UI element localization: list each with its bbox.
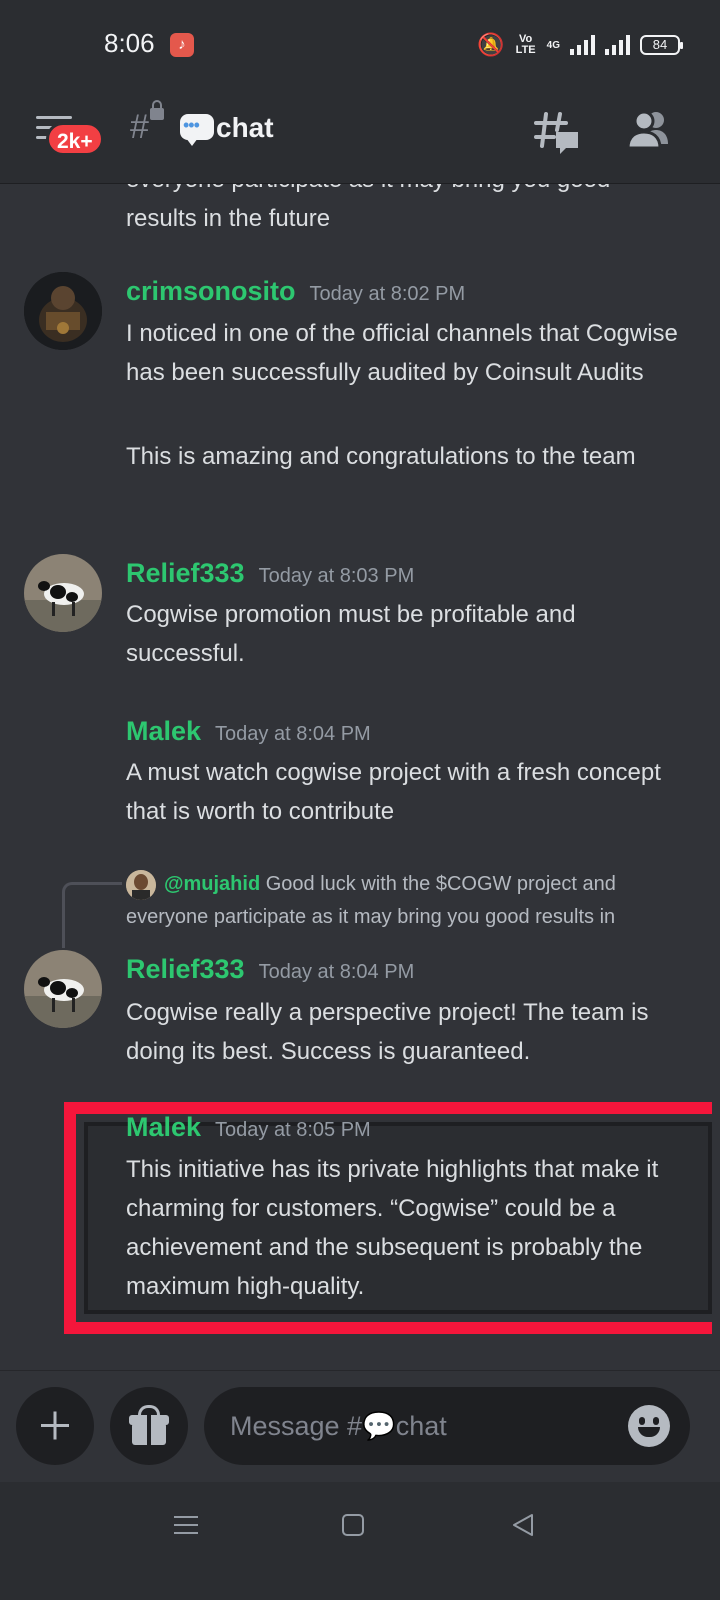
battery-icon: 84 [640, 35, 683, 55]
emoji-picker-icon[interactable] [628, 1405, 670, 1447]
message-text: A must watch cogwise project with a fres… [126, 759, 661, 825]
gift-icon-ribbon [147, 1413, 151, 1447]
avatar[interactable] [24, 950, 102, 1028]
add-attachment-button[interactable] [16, 1387, 94, 1465]
avatar-image [24, 554, 102, 632]
status-time: 8:06 [104, 28, 155, 58]
username[interactable]: Relief333 [126, 954, 245, 984]
lock-icon [150, 100, 164, 120]
reply-connector [62, 882, 122, 948]
gift-button[interactable] [110, 1387, 188, 1465]
speech-bubble-emoji-icon [180, 114, 214, 146]
avatar-image [24, 272, 102, 350]
avatar[interactable] [24, 272, 102, 350]
timestamp: Today at 8:03 PM [258, 565, 415, 587]
message-text: This is amazing and congratulations to t… [126, 443, 636, 470]
message-composer [0, 1370, 720, 1482]
recents-button[interactable] [174, 1514, 198, 1534]
message-text: This initiative has its private highligh… [126, 1156, 659, 1300]
message-header: Malek Today at 8:04 PM [126, 716, 371, 747]
timestamp: Today at 8:04 PM [215, 723, 371, 745]
message-text: I noticed in one of the official channel… [126, 320, 678, 386]
message-input[interactable] [204, 1387, 690, 1465]
members-icon[interactable] [626, 110, 670, 150]
channel-title[interactable]: chat [216, 112, 274, 144]
status-bar: 8:06 ♪ 🔕 Vo LTE 4G 84 [0, 0, 720, 90]
reply-preview[interactable]: @mujahid Good luck with the $COGW projec… [126, 868, 686, 934]
avatar-image [24, 950, 102, 1028]
network-type-label: 4G [546, 39, 560, 51]
reply-mention[interactable]: @mujahid [164, 873, 260, 895]
username[interactable]: crimsonosito [126, 276, 296, 306]
volte-label: Vo LTE [515, 33, 536, 56]
message-header: Relief333 Today at 8:04 PM [126, 954, 414, 985]
timestamp: Today at 8:04 PM [258, 961, 415, 983]
locked-channel-icon: # [130, 108, 149, 146]
system-nav-bar [0, 1482, 720, 1600]
username[interactable]: Relief333 [126, 558, 245, 588]
threads-icon[interactable] [534, 110, 580, 156]
home-button[interactable] [342, 1514, 364, 1536]
message-header: Malek Today at 8:05 PM [126, 1112, 371, 1143]
music-app-icon: ♪ [170, 33, 194, 57]
message-text: Cogwise promotion must be profitable and… [126, 601, 576, 667]
message-text: Cogwise really a perspective project! Th… [126, 999, 649, 1065]
signal-icon-2 [605, 35, 630, 55]
channel-header: 2k+ # chat [0, 90, 720, 184]
signal-icon [570, 35, 595, 55]
message-continuation: everyone participate as it may bring you… [126, 184, 610, 232]
mute-icon: 🔕 [477, 32, 505, 57]
username[interactable]: Malek [126, 716, 201, 746]
back-button[interactable] [510, 1512, 536, 1538]
username[interactable]: Malek [126, 1112, 201, 1142]
message-header: Relief333 Today at 8:03 PM [126, 558, 414, 589]
avatar[interactable] [24, 554, 102, 632]
message-list[interactable]: everyone participate as it may bring you… [0, 184, 720, 1370]
message-header: crimsonosito Today at 8:02 PM [126, 276, 465, 307]
status-icons: 🔕 Vo LTE 4G 84 [477, 30, 683, 60]
timestamp: Today at 8:05 PM [215, 1119, 371, 1141]
unread-badge: 2k+ [46, 122, 104, 156]
timestamp: Today at 8:02 PM [309, 283, 466, 305]
battery-level: 84 [652, 37, 668, 52]
